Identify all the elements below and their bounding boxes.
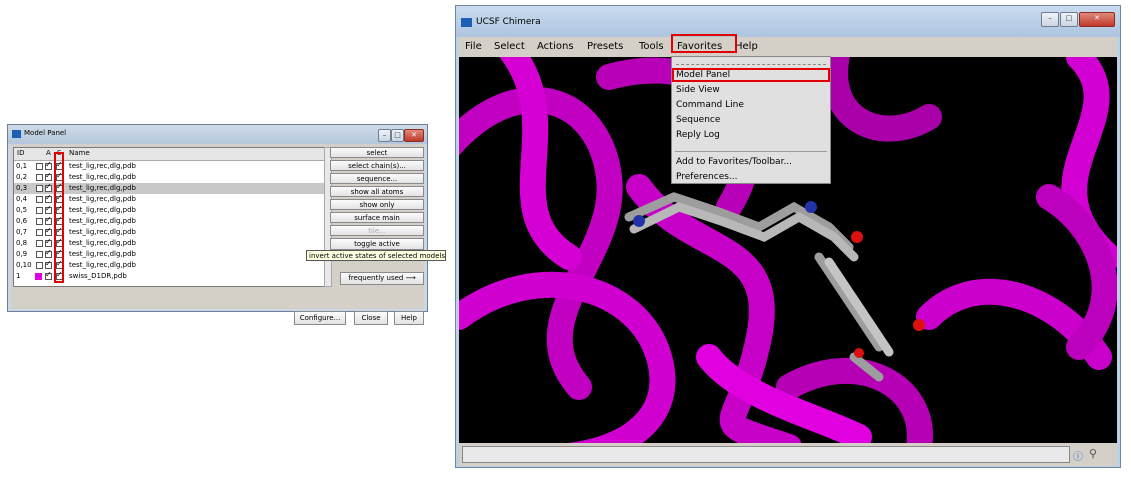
menu-item-side-view[interactable]: Side View [676,85,720,95]
search-icon[interactable]: ⚲ [1089,447,1097,460]
active-checkbox[interactable] [45,160,52,170]
model-color-swatch[interactable] [35,273,42,280]
model-empty-box[interactable] [36,207,43,214]
active-checkbox[interactable] [45,248,52,258]
status-bar: ⓘ ⚲ [459,443,1117,466]
menu-tools[interactable]: Tools [639,41,664,52]
chimera-titlebar: UCSF Chimera – □ ✕ [456,6,1120,37]
toggle-active-tooltip: invert active states of selected models [306,250,446,261]
model-panel-titlebar: Model Panel – □ ✕ [8,125,427,144]
model-panel-window: Model Panel – □ ✕ ID A S Name 0,1test_li… [7,124,446,325]
menu-item-reply-log[interactable]: Reply Log [676,130,720,140]
active-checkbox[interactable] [45,204,52,214]
chimera-app-icon [12,130,21,138]
active-checkbox[interactable] [45,270,52,280]
minimize-button[interactable]: – [378,129,391,142]
shown-column-highlight [54,152,64,283]
close-window-button[interactable]: ✕ [1079,12,1115,27]
model-id: 0,4 [16,195,28,203]
model-id: 0,7 [16,228,28,236]
model-id: 0,1 [16,162,28,170]
select-button[interactable]: select [330,147,424,158]
frequently-used-label: frequently used [348,274,404,282]
menu-file[interactable]: File [465,41,482,52]
show-only-button[interactable]: show only [330,199,424,210]
model-empty-box[interactable] [36,163,43,170]
active-column-header[interactable]: A [46,149,51,157]
show-all-atoms-button[interactable]: show all atoms [330,186,424,197]
model-id: 0,9 [16,250,28,258]
model-empty-box[interactable] [36,218,43,225]
toggle-active-button[interactable]: toggle active [330,238,424,250]
menu-item-add-to-favorites[interactable]: Add to Favorites/Toolbar... [676,157,792,167]
chimera-title: UCSF Chimera [476,17,541,27]
active-checkbox[interactable] [45,171,52,181]
menu-help[interactable]: Help [735,41,758,52]
menu-item-preferences[interactable]: Preferences... [676,172,738,182]
active-checkbox[interactable] [45,226,52,236]
tile-button[interactable]: tile... [330,225,424,236]
model-id: 0,5 [16,206,28,214]
active-checkbox[interactable] [45,215,52,225]
model-empty-box[interactable] [36,262,43,269]
chimera-app-icon [461,18,472,27]
model-id: 0,6 [16,217,28,225]
id-column-header[interactable]: ID [17,149,24,157]
info-icon[interactable]: ⓘ [1073,448,1083,463]
menu-presets[interactable]: Presets [587,41,623,52]
model-id: 0,10 [16,261,32,269]
configure-button[interactable]: Configure... [294,311,346,325]
model-name: test_lig,rec,dlg,pdb [69,228,136,236]
model-empty-box[interactable] [36,174,43,181]
model-panel-title: Model Panel [24,129,67,137]
model-name: test_lig,rec,dlg,pdb [69,261,136,269]
menu-separator [675,151,827,152]
model-panel-body: ID A S Name 0,1test_lig,rec,dlg,pdb0,2te… [11,144,424,325]
active-checkbox[interactable] [45,182,52,192]
model-name: test_lig,rec,dlg,pdb [69,162,136,170]
tearoff-line[interactable] [676,64,826,65]
maximize-button[interactable]: □ [391,129,404,142]
model-empty-box[interactable] [36,229,43,236]
menu-select[interactable]: Select [494,41,525,52]
menu-actions[interactable]: Actions [537,41,574,52]
model-id: 0,2 [16,173,28,181]
status-field [462,446,1070,463]
model-name: test_lig,rec,dlg,pdb [69,206,136,214]
favorites-highlight [671,34,737,53]
model-empty-box[interactable] [36,196,43,203]
select-chains-button[interactable]: select chain(s)... [330,160,424,171]
close-window-button[interactable]: ✕ [404,129,424,142]
name-column-header[interactable]: Name [69,149,90,157]
maximize-button[interactable]: □ [1060,12,1078,27]
model-name: test_lig,rec,dlg,pdb [69,217,136,225]
model-name: test_lig,rec,dlg,pdb [69,184,136,192]
model-id: 1 [16,272,21,280]
model-name: test_lig,rec,dlg,pdb [69,195,136,203]
active-checkbox[interactable] [45,259,52,269]
surface-main-button[interactable]: surface main [330,212,424,223]
menu-item-sequence[interactable]: Sequence [676,115,720,125]
model-id: 0,3 [16,184,28,192]
minimize-button[interactable]: – [1041,12,1059,27]
active-checkbox[interactable] [45,237,52,247]
model-empty-box[interactable] [36,251,43,258]
sequence-button[interactable]: sequence... [330,173,424,184]
menu-item-command-line[interactable]: Command Line [676,100,744,110]
model-panel-item-highlight [672,68,830,82]
menu-bar: File Select Actions Presets Tools Favori… [459,37,1117,57]
model-empty-box[interactable] [36,240,43,247]
active-checkbox[interactable] [45,193,52,203]
frequently-used-menu[interactable]: frequently used ⟶ [340,272,424,285]
model-empty-box[interactable] [36,185,43,192]
model-name: test_lig,rec,dlg,pdb [69,173,136,181]
model-name: test_lig,rec,dlg,pdb [69,250,136,258]
model-id: 0,8 [16,239,28,247]
model-name: swiss_D1DR,pdb [69,272,127,280]
close-button[interactable]: Close [354,311,388,325]
help-button[interactable]: Help [394,311,424,325]
model-name: test_lig,rec,dlg,pdb [69,239,136,247]
